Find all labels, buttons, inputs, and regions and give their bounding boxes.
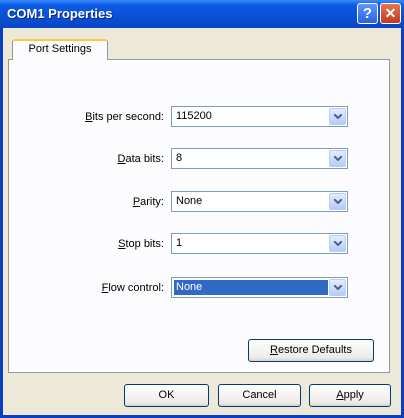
close-icon: ✕ [384, 5, 397, 21]
stop-bits-value: 1 [176, 237, 183, 249]
chevron-down-icon[interactable] [329, 193, 346, 210]
flow-control-select[interactable]: None [171, 277, 348, 298]
help-icon: ? [362, 5, 373, 22]
restore-defaults-button[interactable]: Restore Defaults [248, 339, 374, 362]
parity-value: None [176, 195, 203, 207]
stop-bits-label: Stop bits: [118, 238, 164, 250]
title-bar[interactable]: COM1 Properties ? ✕ [0, 0, 404, 28]
parity-label: Parity: [132, 196, 164, 208]
chevron-down-icon[interactable] [329, 235, 346, 252]
parity-select[interactable]: None [171, 191, 348, 212]
help-button[interactable]: ? [357, 3, 378, 24]
flow-control-value: None [176, 281, 203, 293]
cancel-button[interactable]: Cancel [218, 384, 301, 407]
window-title: COM1 Properties [7, 6, 113, 21]
chevron-down-icon[interactable] [329, 279, 346, 296]
tab-port-settings[interactable]: Port Settings [12, 39, 108, 60]
stop-bits-select[interactable]: 1 [171, 233, 348, 254]
chevron-down-icon[interactable] [329, 150, 346, 167]
data-bits-select[interactable]: 8 [171, 148, 348, 169]
data-bits-value: 8 [176, 152, 183, 164]
ok-button[interactable]: OK [124, 384, 209, 407]
apply-button[interactable]: Apply [309, 384, 391, 407]
bits-per-second-select[interactable]: 115200 [171, 106, 348, 127]
chevron-down-icon[interactable] [329, 108, 346, 125]
bits-per-second-label: Bits per second: [85, 111, 164, 123]
close-button[interactable]: ✕ [380, 3, 401, 24]
flow-control-label: Flow control: [101, 282, 164, 294]
bits-per-second-value: 115200 [176, 110, 212, 122]
data-bits-label: Data bits: [117, 153, 164, 165]
